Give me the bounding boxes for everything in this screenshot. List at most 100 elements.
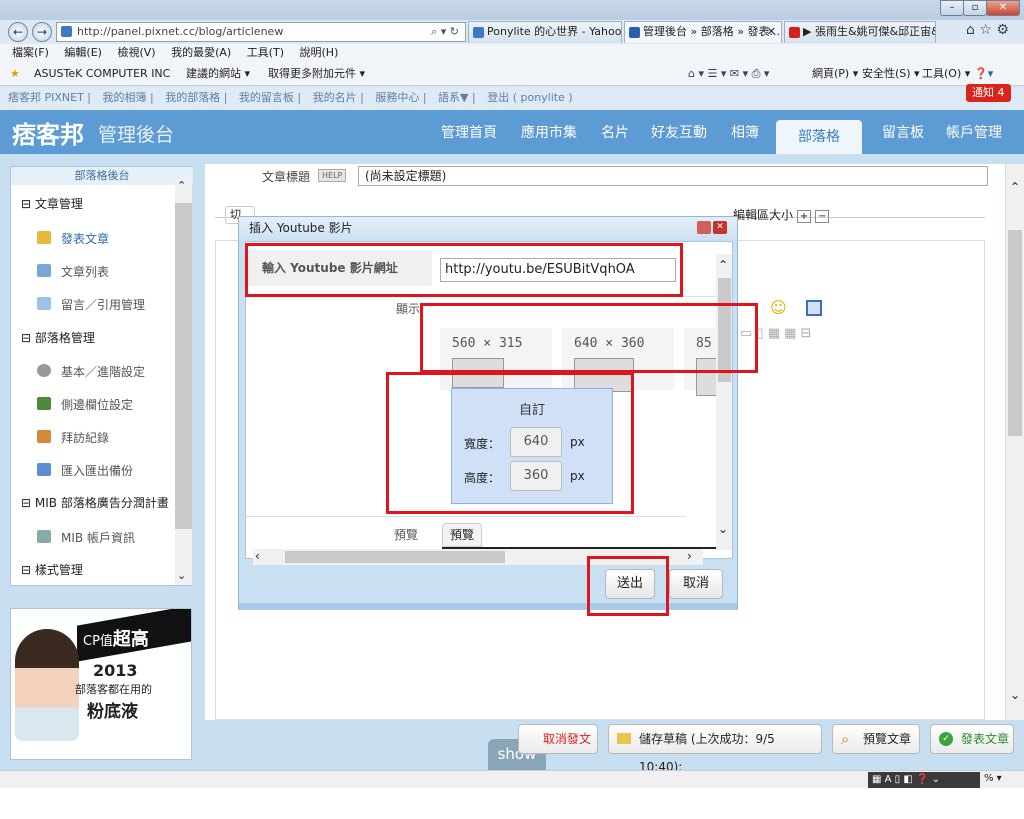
menu-tools[interactable]: 工具(T) [247, 46, 284, 59]
smiley-icon[interactable]: ☺ [770, 298, 787, 317]
cmd-tools[interactable]: 工具(O) ▾ [922, 62, 970, 86]
address-bar[interactable]: http://panel.pixnet.cc/blog/articlenew ⌕… [56, 22, 466, 42]
publish-button[interactable]: ✓ 發表文章 [930, 724, 1014, 754]
menu-favorites[interactable]: 我的最愛(A) [171, 46, 231, 59]
editor-enlarge-button[interactable]: + [796, 210, 812, 223]
sidebar-section-blog[interactable]: ⊟ 部落格管理 [21, 329, 95, 346]
dialog-minimize-icon[interactable] [697, 221, 711, 234]
cancel-post-button[interactable]: 取消發文 [518, 724, 598, 754]
sidebar-item-settings[interactable]: 基本／進階設定 [61, 363, 145, 380]
sidebar-section-articles[interactable]: ⊟ 文章管理 [21, 195, 83, 212]
title-input[interactable]: (尚未設定標題) [358, 166, 988, 186]
menu-edit[interactable]: 編輯(E) [64, 46, 102, 59]
dialog-close-icon[interactable]: ✕ [713, 221, 727, 234]
zoom-level-icon[interactable]: % ▾ [984, 773, 1002, 784]
dialog-titlebar[interactable]: 插入 Youtube 影片 ✕ [239, 217, 737, 239]
back-button[interactable]: ← [8, 22, 28, 42]
ime-toolbar[interactable]: ▦ A ▯ ◧ ❓ ⌄ [868, 772, 980, 788]
search-refresh-icon[interactable]: ⌕ ▾ ↻ [431, 23, 459, 41]
notification-badge[interactable]: 通知 4 [966, 84, 1011, 102]
link-pixnet[interactable]: 痞客邦 PIXNET [8, 91, 84, 104]
title-help-icon[interactable]: HELP [318, 169, 347, 182]
annotation-presets-box [420, 303, 758, 373]
nav-app-market[interactable]: 應用市集 [521, 122, 577, 142]
browser-statusbar: ▦ A ▯ ◧ ❓ ⌄ % ▾ [0, 770, 1024, 788]
dialog-scroll-up-icon[interactable]: ⌃ [718, 258, 728, 272]
ie-page-icon [473, 27, 484, 38]
scroll-down-icon[interactable]: ⌄ [177, 569, 186, 582]
nav-admin-home[interactable]: 管理首頁 [441, 122, 497, 142]
link-my-blog[interactable]: 我的部落格 [165, 91, 220, 104]
dialog-vscroll[interactable]: ⌃ ⌄ [716, 254, 732, 550]
sidebar-section-style[interactable]: ⊟ 樣式管理 [21, 561, 83, 578]
table-tools-icons[interactable]: ▭ ▯ ▦ ▦ ⊟ [740, 326, 900, 346]
pixnet-logo[interactable]: 痞客邦 [12, 115, 84, 150]
command-icons[interactable]: ⌂ ▾ ☰ ▾ ✉ ▾ ⎙ ▾ [688, 62, 769, 86]
nav-account[interactable]: 帳戶管理 [946, 122, 1002, 142]
nav-card[interactable]: 名片 [601, 122, 629, 142]
fav-addons[interactable]: 取得更多附加元件 ▾ [268, 62, 365, 86]
link-logout[interactable]: 登出 ( ponylite ) [487, 91, 572, 104]
page-scrollbar[interactable]: ⌃ ⌄ [1006, 164, 1024, 720]
page-scroll-thumb[interactable] [1008, 230, 1022, 436]
media-icon[interactable] [806, 300, 822, 316]
hscroll-right-icon[interactable]: › [687, 549, 692, 563]
help-icon[interactable]: ❓▾ [974, 62, 993, 86]
cmd-page[interactable]: 網頁(P) ▾ [812, 62, 858, 86]
ad-banner[interactable]: CP值超高 2013 部落客都在用的 粉底液 [10, 608, 192, 760]
preview-tab-button[interactable]: 預覽 [442, 523, 482, 547]
menu-view[interactable]: 檢視(V) [117, 46, 155, 59]
save-draft-button[interactable]: 儲存草稿 (上次成功：9/5 10:40): [608, 724, 822, 774]
close-window-button[interactable]: ✕ [986, 0, 1020, 16]
maximize-button[interactable]: ▫ [963, 0, 987, 16]
preview-post-button[interactable]: ⌕ 預覽文章 [832, 724, 920, 754]
page-scroll-up-icon[interactable]: ⌃ [1010, 180, 1020, 194]
sidebar-item-post-list[interactable]: 文章列表 [61, 263, 109, 280]
sidebar-item-visits[interactable]: 拜訪紀錄 [61, 429, 109, 446]
nav-blog[interactable]: 部落格 [776, 120, 862, 156]
sidebar-item-sidebar-settings[interactable]: 側邊欄位設定 [61, 396, 133, 413]
sidebar-item-new-post[interactable]: 發表文章 [61, 230, 109, 247]
dialog-scroll-down-icon[interactable]: ⌄ [718, 522, 728, 536]
tab-yahoo[interactable]: Ponylite 的心世界 - Yahoo!... [468, 21, 622, 43]
annotation-submit-box [587, 556, 669, 616]
favorites-star-icon[interactable]: ★ [10, 62, 20, 86]
page-scroll-down-icon[interactable]: ⌄ [1010, 688, 1020, 702]
sidebar-scrollbar[interactable]: ⌃ ⌄ [175, 179, 192, 585]
editor-shrink-button[interactable]: − [815, 210, 830, 223]
minimize-button[interactable]: – [940, 0, 964, 16]
fav-suggested[interactable]: 建議的網站 ▾ [186, 62, 250, 86]
link-my-album[interactable]: 我的相簿 [103, 91, 147, 104]
menu-help[interactable]: 說明(H) [300, 46, 339, 59]
scroll-up-icon[interactable]: ⌃ [177, 179, 186, 192]
sidebar-scroll-thumb[interactable] [175, 203, 192, 529]
dialog-hscroll-thumb[interactable] [285, 551, 505, 563]
preview-label: 預覽 [394, 528, 419, 542]
pencil-icon [37, 231, 51, 244]
link-language[interactable]: 語系▼ [438, 91, 468, 104]
pixnet-header: 痞客邦 管理後台 管理首頁 應用市集 名片 好友互動 相簿 部落格 留言板 帳戶… [0, 110, 1024, 156]
dialog-cancel-button[interactable]: 取消 [669, 569, 723, 599]
nav-album[interactable]: 相簿 [731, 122, 759, 142]
link-my-card[interactable]: 我的名片 [313, 91, 357, 104]
hscroll-left-icon[interactable]: ‹ [255, 549, 260, 563]
link-my-guestbook[interactable]: 我的留言板 [239, 91, 294, 104]
tab-youtube[interactable]: ▶ 張雨生&姚可傑&邱正宙&... [784, 21, 936, 43]
ad-model-photo [15, 629, 79, 741]
tab-pixnet-admin[interactable]: 管理後台 » 部落格 » 發表... ✕ [624, 21, 782, 43]
youtube-favicon-icon [789, 27, 800, 38]
fav-asus[interactable]: ASUSTeK COMPUTER INC [34, 62, 170, 86]
sidebar-item-mib-account[interactable]: MIB 帳戶資訊 [61, 529, 135, 546]
tab-close-icon[interactable]: ✕ [767, 22, 776, 42]
nav-friends[interactable]: 好友互動 [651, 122, 707, 142]
sidebar-item-backup[interactable]: 匯入匯出備份 [61, 462, 133, 479]
cmd-safety[interactable]: 安全性(S) ▾ [862, 62, 920, 86]
home-star-gear-icons[interactable]: ⌂ ☆ ⚙ [966, 22, 1009, 38]
pixnet-favicon-icon [629, 27, 640, 38]
sidebar-section-mib[interactable]: ⊟ MIB 部落格廣告分潤計畫 [21, 495, 171, 511]
sidebar-item-comments[interactable]: 留言／引用管理 [61, 296, 145, 313]
link-service[interactable]: 服務中心 [375, 91, 419, 104]
forward-button[interactable]: → [32, 22, 52, 42]
menu-file[interactable]: 檔案(F) [12, 46, 49, 59]
nav-guestbook[interactable]: 留言板 [882, 122, 924, 142]
